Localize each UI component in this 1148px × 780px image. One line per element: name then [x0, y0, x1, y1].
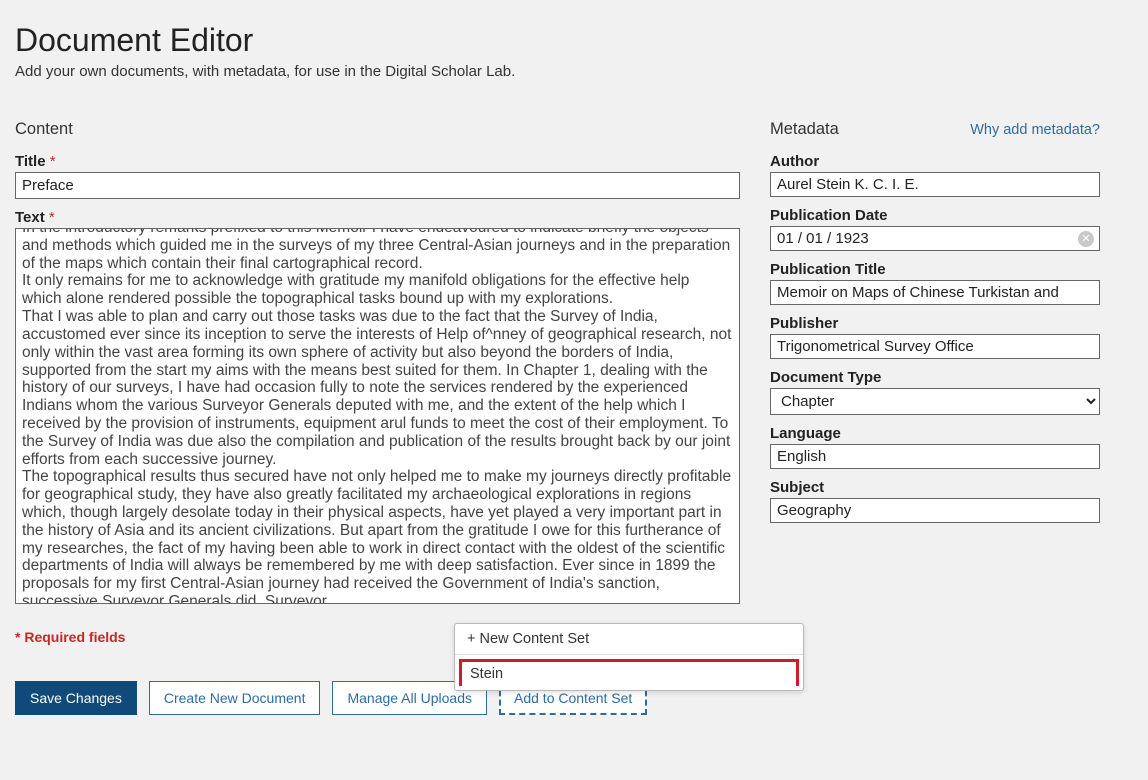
document-type-select[interactable]: Chapter: [770, 388, 1100, 415]
new-content-set-option[interactable]: + New Content Set: [455, 624, 803, 655]
page-title: Document Editor: [15, 22, 1148, 59]
publisher-input[interactable]: [770, 334, 1100, 359]
content-section-label: Content: [15, 120, 740, 139]
author-input[interactable]: [770, 172, 1100, 197]
subject-input[interactable]: [770, 498, 1100, 523]
why-add-metadata-link[interactable]: Why add metadata?: [970, 122, 1100, 138]
metadata-section-label: Metadata: [770, 120, 839, 139]
publication-title-input[interactable]: [770, 280, 1100, 305]
language-label: Language: [770, 425, 1100, 442]
text-input[interactable]: [15, 228, 740, 604]
clear-date-icon[interactable]: ✕: [1078, 231, 1094, 247]
language-input[interactable]: [770, 444, 1100, 469]
publisher-label: Publisher: [770, 315, 1100, 332]
text-label: Text *: [15, 209, 740, 226]
author-label: Author: [770, 153, 1100, 170]
document-type-label: Document Type: [770, 369, 1100, 386]
page-subtitle: Add your own documents, with metadata, f…: [15, 63, 1148, 80]
title-field-block: Title *: [15, 153, 740, 199]
text-field-block: Text *: [15, 209, 740, 607]
publication-date-input[interactable]: [770, 226, 1100, 251]
title-label: Title *: [15, 153, 740, 170]
content-set-option-stein[interactable]: Stein: [459, 659, 799, 686]
content-set-popover: + New Content Set Stein: [454, 623, 804, 691]
metadata-column: Metadata Why add metadata? Author Public…: [770, 120, 1100, 715]
create-new-document-button[interactable]: Create New Document: [149, 681, 321, 715]
publication-date-label: Publication Date: [770, 207, 1100, 224]
title-input[interactable]: [15, 172, 740, 199]
subject-label: Subject: [770, 479, 1100, 496]
publication-title-label: Publication Title: [770, 261, 1100, 278]
save-changes-button[interactable]: Save Changes: [15, 681, 137, 715]
